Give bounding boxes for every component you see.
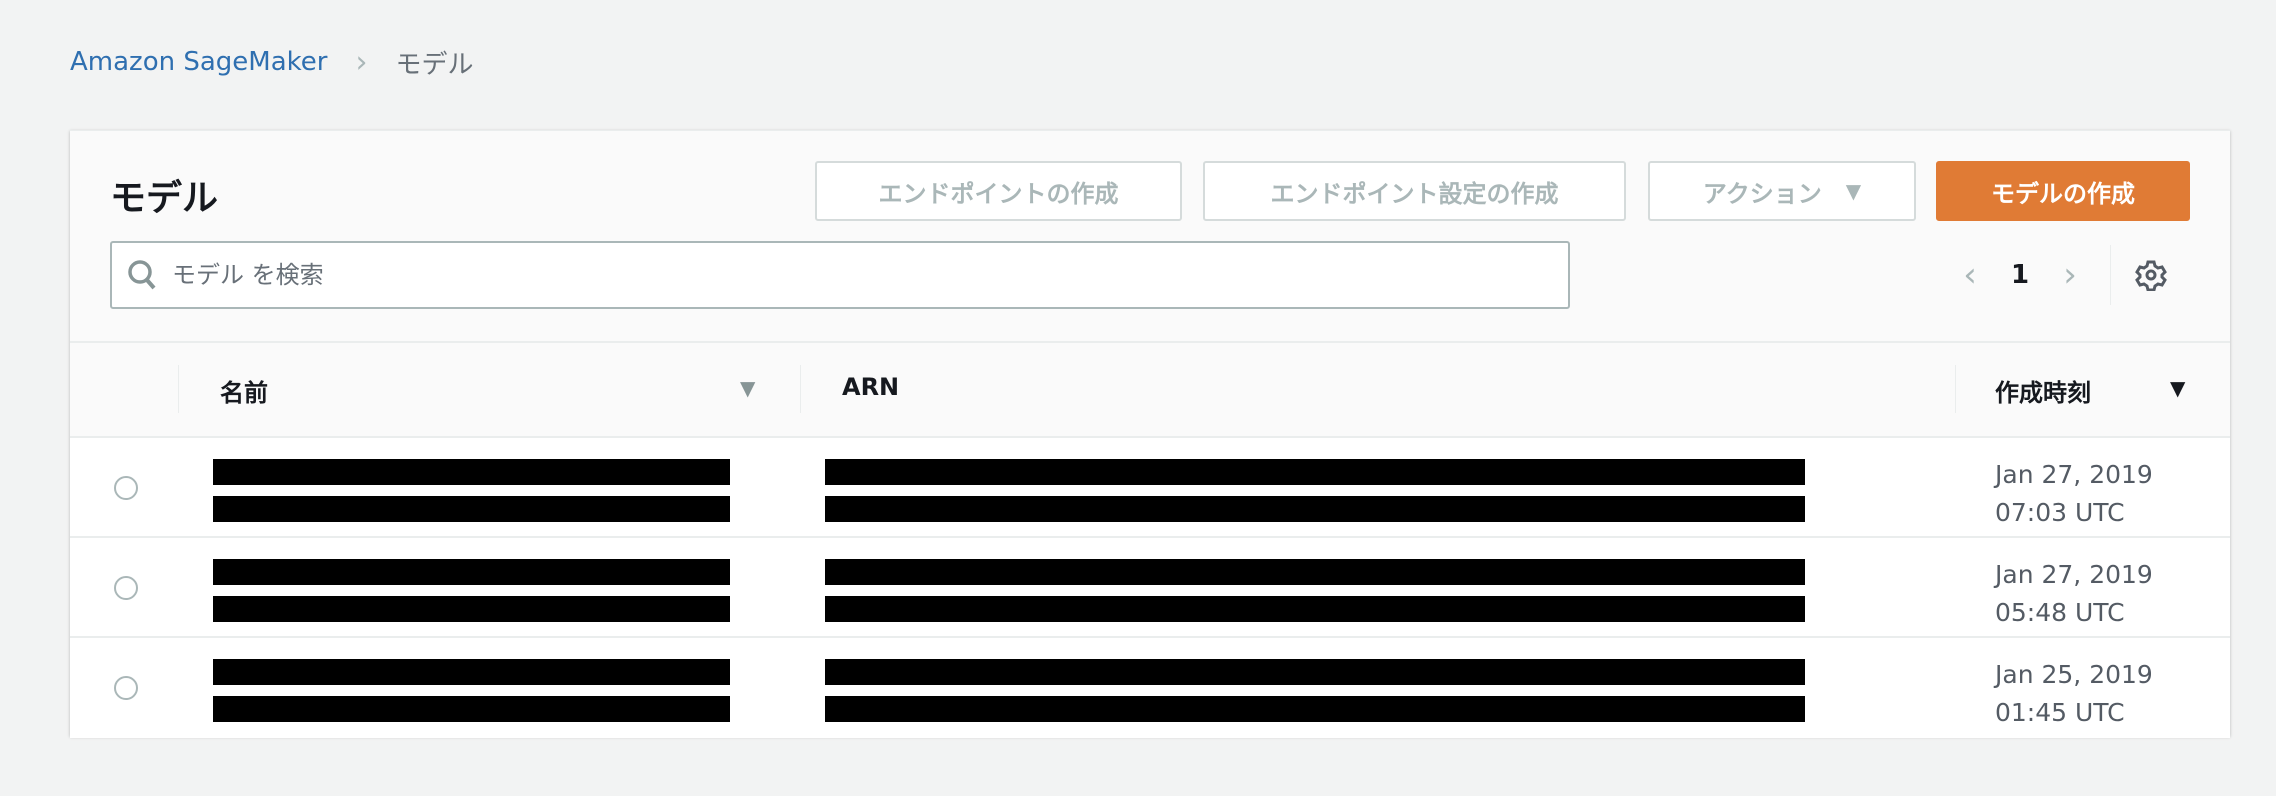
- models-panel: モデル エンドポイントの作成 エンドポイント設定の作成 アクション ▼ モデルの…: [70, 130, 2230, 738]
- column-divider: [178, 365, 179, 413]
- create-endpoint-config-button[interactable]: エンドポイント設定の作成: [1203, 161, 1626, 221]
- redacted-name: [213, 596, 730, 622]
- redacted-name: [213, 496, 730, 522]
- created-time: Jan 27, 2019 07:03 UTC: [1995, 456, 2153, 532]
- prev-page-icon[interactable]: ‹: [1940, 255, 2000, 295]
- column-header-name[interactable]: 名前: [220, 373, 268, 408]
- created-clock: 07:03 UTC: [1995, 498, 2125, 527]
- redacted-name: [213, 459, 730, 485]
- redacted-arn: [825, 659, 1805, 685]
- breadcrumb-sagemaker-link[interactable]: Amazon SageMaker: [70, 47, 327, 77]
- created-date: Jan 27, 2019: [1995, 560, 2153, 589]
- redacted-name: [213, 559, 730, 585]
- current-page[interactable]: 1: [2000, 260, 2040, 290]
- search-icon: [112, 259, 172, 291]
- created-date: Jan 25, 2019: [1995, 660, 2153, 689]
- redacted-arn: [825, 559, 1805, 585]
- row-radio[interactable]: [114, 476, 138, 500]
- created-clock: 01:45 UTC: [1995, 698, 2125, 727]
- sort-caret-icon[interactable]: ▼: [740, 376, 755, 400]
- redacted-arn: [825, 459, 1805, 485]
- caret-down-icon: ▼: [1845, 179, 1862, 203]
- breadcrumb: Amazon SageMaker › モデル: [70, 42, 473, 82]
- page-title: モデル: [110, 178, 219, 219]
- redacted-arn: [825, 496, 1805, 522]
- redacted-name: [213, 659, 730, 685]
- next-page-icon[interactable]: ›: [2040, 255, 2100, 295]
- column-header-arn[interactable]: ARN: [842, 373, 899, 401]
- column-divider: [1955, 365, 1956, 413]
- table-row[interactable]: Jan 27, 2019 07:03 UTC: [70, 438, 2230, 538]
- row-radio[interactable]: [114, 676, 138, 700]
- column-header-created[interactable]: 作成時刻: [1995, 373, 2091, 408]
- breadcrumb-current: モデル: [395, 49, 474, 80]
- actions-label: アクション: [1702, 179, 1822, 208]
- created-time: Jan 25, 2019 01:45 UTC: [1995, 656, 2153, 732]
- breadcrumb-chevron-icon: ›: [355, 44, 368, 80]
- created-clock: 05:48 UTC: [1995, 598, 2125, 627]
- pagination: ‹ 1 ›: [1940, 241, 2181, 309]
- table-row[interactable]: Jan 25, 2019 01:45 UTC: [70, 638, 2230, 738]
- created-time: Jan 27, 2019 05:48 UTC: [1995, 556, 2153, 632]
- search-input[interactable]: [172, 261, 1568, 289]
- create-model-button[interactable]: モデルの作成: [1936, 161, 2190, 221]
- settings-gear-icon[interactable]: [2121, 259, 2181, 291]
- create-endpoint-button[interactable]: エンドポイントの作成: [815, 161, 1182, 221]
- redacted-name: [213, 696, 730, 722]
- table-row[interactable]: Jan 27, 2019 05:48 UTC: [70, 538, 2230, 638]
- search-field[interactable]: [110, 241, 1570, 309]
- table-header: 名前 ▼ ARN 作成時刻 ▼: [70, 341, 2230, 438]
- sort-desc-icon[interactable]: ▼: [2170, 376, 2185, 400]
- row-radio[interactable]: [114, 576, 138, 600]
- redacted-arn: [825, 596, 1805, 622]
- actions-dropdown[interactable]: アクション ▼: [1648, 161, 1916, 221]
- column-divider: [800, 365, 801, 413]
- redacted-arn: [825, 696, 1805, 722]
- created-date: Jan 27, 2019: [1995, 460, 2153, 489]
- divider: [2110, 245, 2111, 305]
